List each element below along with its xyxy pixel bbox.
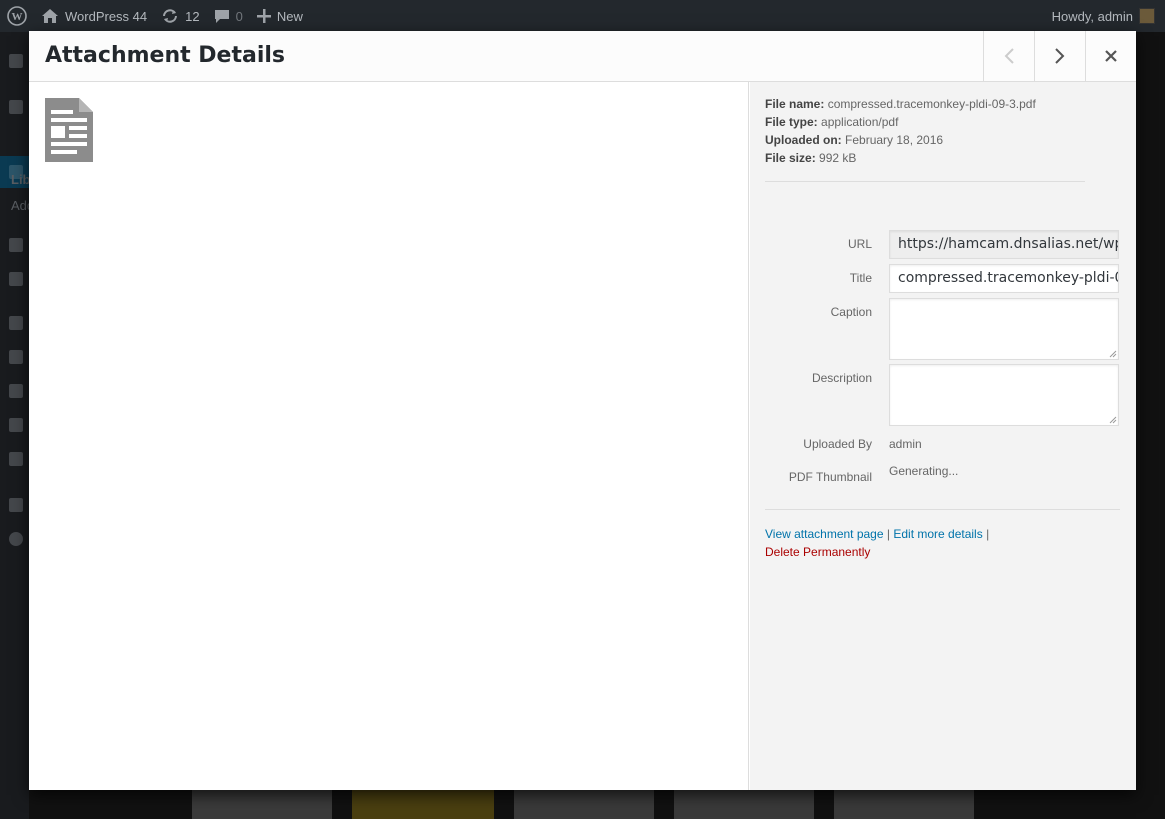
title-label: Title xyxy=(849,271,872,285)
next-button[interactable] xyxy=(1034,31,1085,81)
pin-icon xyxy=(9,100,23,114)
url-label: URL xyxy=(847,237,872,251)
close-button[interactable] xyxy=(1085,31,1136,81)
action-separator: | xyxy=(986,527,990,541)
collapse-icon xyxy=(9,532,23,546)
caption-label: Caption xyxy=(830,305,872,319)
settings-icon xyxy=(9,452,23,466)
file-name-label: File name: xyxy=(765,97,825,111)
home-icon xyxy=(42,9,58,23)
close-icon xyxy=(1105,50,1117,62)
edit-more-details-link[interactable]: Edit more details xyxy=(893,527,982,541)
comments-menu[interactable]: 0 xyxy=(207,0,250,32)
comments-count: 0 xyxy=(235,8,243,24)
file-size-value: 992 kB xyxy=(819,151,857,165)
description-textarea[interactable] xyxy=(889,364,1119,426)
file-name-value: compressed.tracemonkey-pldi-09-3.pdf xyxy=(827,97,1036,111)
updates-icon xyxy=(163,9,178,23)
caption-textarea[interactable] xyxy=(889,298,1119,360)
plus-icon xyxy=(256,9,271,23)
modal-header: Attachment Details xyxy=(29,31,1136,82)
document-icon xyxy=(45,98,93,162)
file-size-label: File size: xyxy=(765,151,816,165)
file-type-label: File type: xyxy=(765,115,818,129)
background-thumbnail xyxy=(352,790,494,819)
tools-icon xyxy=(9,418,23,432)
plugins-icon xyxy=(9,350,23,364)
updates-menu[interactable]: 12 xyxy=(154,0,206,32)
divider xyxy=(765,509,1120,510)
sidebar-library-label: Lib xyxy=(11,172,31,187)
users-icon xyxy=(9,384,23,398)
file-type-value: application/pdf xyxy=(821,115,899,129)
file-size-row: File size: 992 kB xyxy=(765,149,1036,167)
uploaded-by-label: Uploaded By xyxy=(803,437,872,451)
background-thumbnail xyxy=(192,790,332,819)
new-label: New xyxy=(276,8,303,24)
delete-permanently-link[interactable]: Delete Permanently xyxy=(765,545,870,559)
resize-handle-icon[interactable] xyxy=(1109,416,1117,424)
admin-side-menu: Lib Add xyxy=(0,32,34,819)
howdy-text: Howdy, admin xyxy=(1051,8,1133,24)
description-label: Description xyxy=(811,371,872,385)
uploaded-on-value: February 18, 2016 xyxy=(845,133,944,147)
attachment-info-panel: File name: compressed.tracemonkey-pldi-0… xyxy=(750,82,1136,790)
dashboard-icon xyxy=(9,54,23,68)
previous-button[interactable] xyxy=(983,31,1034,81)
site-name: WordPress 44 xyxy=(65,8,148,24)
chevron-left-icon xyxy=(1004,48,1014,64)
file-name-row: File name: compressed.tracemonkey-pldi-0… xyxy=(765,95,1036,113)
file-type-row: File type: application/pdf xyxy=(765,113,1036,131)
appearance-icon xyxy=(9,316,23,330)
site-name-menu[interactable]: WordPress 44 xyxy=(34,0,154,32)
background-thumbnail xyxy=(514,790,654,819)
uploaded-by-value: admin xyxy=(889,437,922,451)
avatar xyxy=(1139,8,1155,24)
view-attachment-page-link[interactable]: View attachment page xyxy=(765,527,884,541)
file-meta: File name: compressed.tracemonkey-pldi-0… xyxy=(765,95,1036,167)
uploaded-on-label: Uploaded on: xyxy=(765,133,842,147)
background-thumbnail xyxy=(834,790,974,819)
my-account-menu[interactable]: Howdy, admin xyxy=(1052,8,1165,24)
uploaded-on-row: Uploaded on: February 18, 2016 xyxy=(765,131,1036,149)
comment-icon xyxy=(214,10,229,23)
divider xyxy=(765,181,1085,182)
attachment-preview xyxy=(29,82,749,790)
attachment-details-modal: Attachment Details File name: compressed… xyxy=(29,31,1136,790)
folder-icon xyxy=(9,498,23,512)
url-field[interactable]: https://hamcam.dnsalias.net/wp- xyxy=(889,230,1119,259)
resize-handle-icon[interactable] xyxy=(1109,350,1117,358)
new-content-menu[interactable]: New xyxy=(250,0,310,32)
action-separator: | xyxy=(886,527,890,541)
wordpress-icon: W xyxy=(7,6,27,26)
wp-logo-menu[interactable]: W xyxy=(0,0,34,32)
pdf-thumbnail-status: Generating... xyxy=(889,464,959,478)
svg-text:W: W xyxy=(12,11,23,23)
modal-title: Attachment Details xyxy=(45,43,286,68)
chevron-right-icon xyxy=(1055,48,1065,64)
background-thumbnail xyxy=(674,790,814,819)
admin-bar: W WordPress 44 12 0 New Howdy, admin xyxy=(0,0,1165,32)
pages-icon xyxy=(9,238,23,252)
updates-count: 12 xyxy=(185,8,200,24)
title-field[interactable]: compressed.tracemonkey-pldi-09 xyxy=(889,264,1119,293)
attachment-actions: View attachment page | Edit more details… xyxy=(765,525,989,561)
comments-side-icon xyxy=(9,272,23,286)
pdf-thumbnail-label: PDF Thumbnail xyxy=(788,470,872,484)
